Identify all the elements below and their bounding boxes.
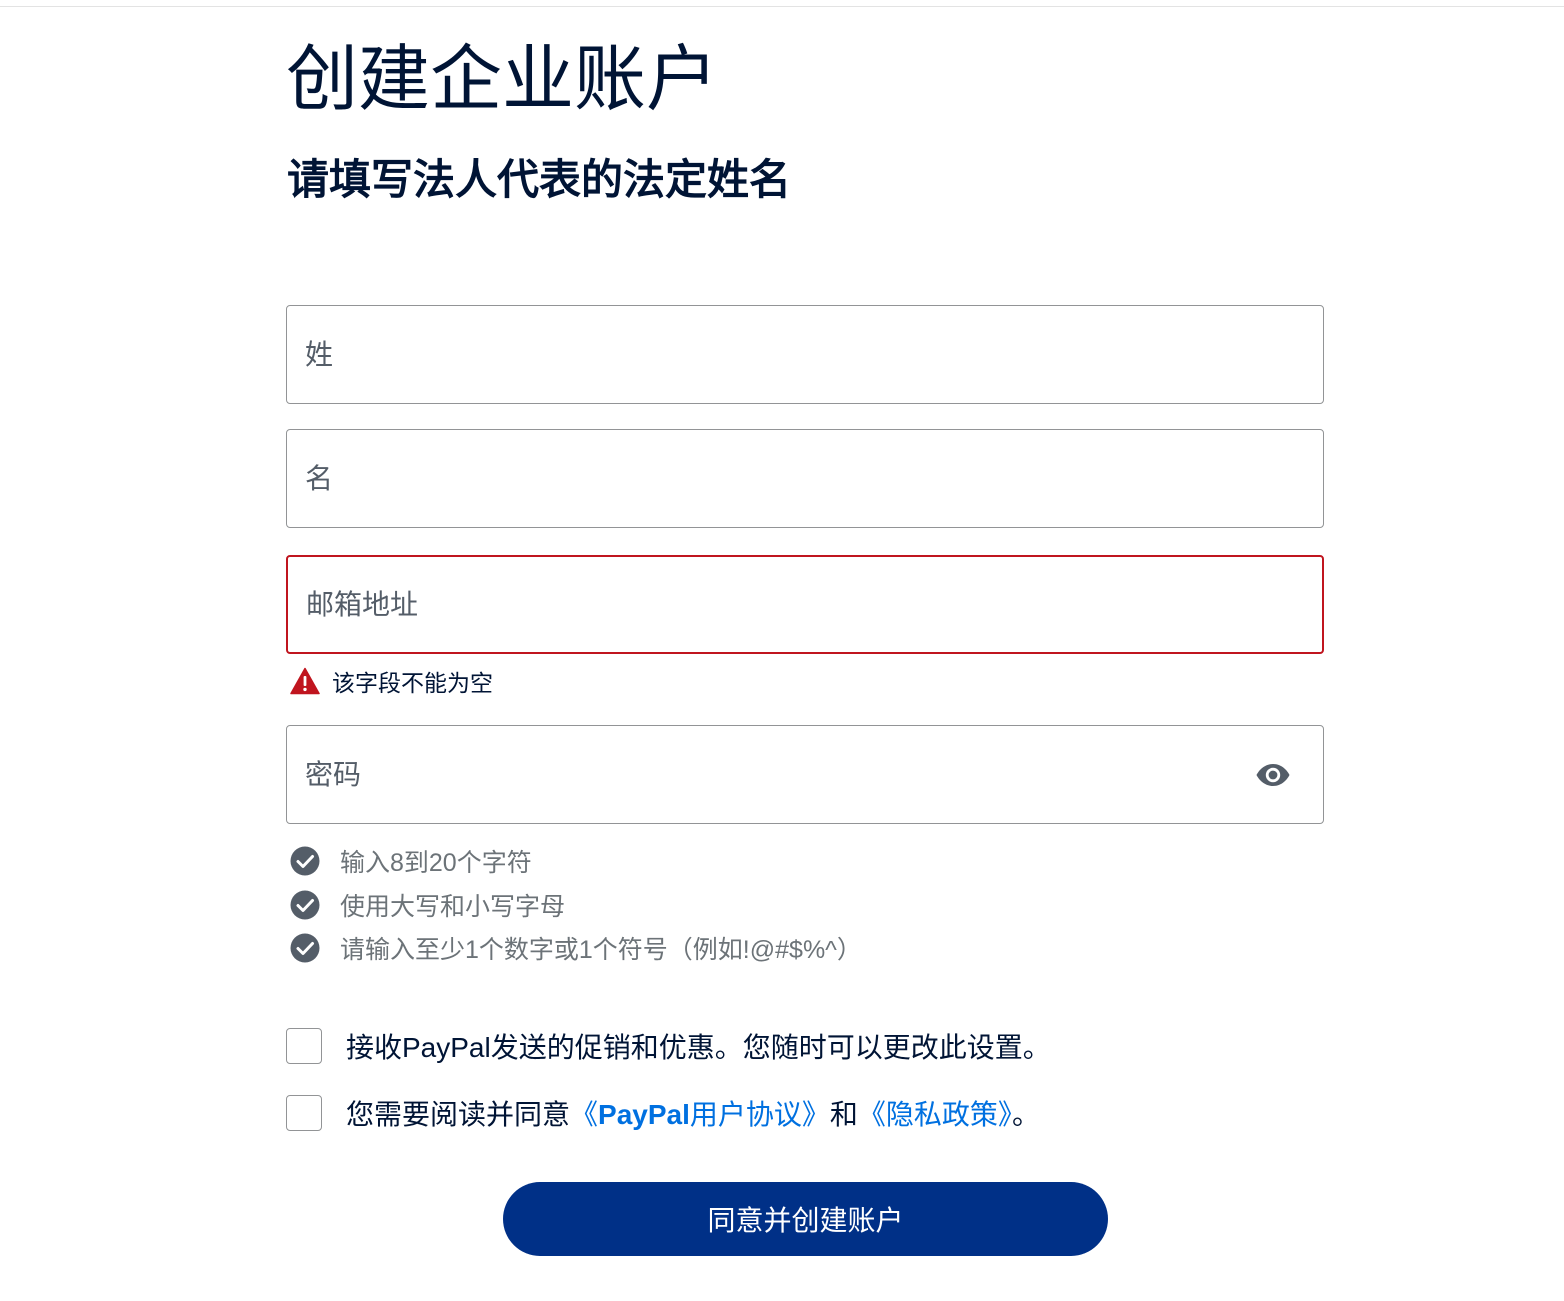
password-rule-text: 使用大写和小写字母 xyxy=(340,893,566,921)
last-name-input[interactable] xyxy=(287,306,1323,403)
agreement-middle: 和 xyxy=(829,1099,858,1130)
agreement-prefix: 您需要阅读并同意 xyxy=(346,1099,571,1130)
password-rule-length: 输入8到20个字符 xyxy=(290,845,532,877)
first-name-field xyxy=(286,429,1324,528)
eye-icon[interactable] xyxy=(1255,762,1291,788)
user-agreement-link-rest: 用户协议》 xyxy=(689,1099,830,1130)
agreement-consent-row: 您需要阅读并同意《PayPal用户协议》和《隐私政策》。 xyxy=(286,1093,1040,1133)
page-title: 创建企业账户 xyxy=(286,40,719,120)
email-error-text: 该字段不能为空 xyxy=(332,670,493,696)
last-name-field xyxy=(286,305,1324,404)
user-agreement-link[interactable]: 《PayPal用户协议》 xyxy=(570,1099,830,1130)
password-rule-text: 输入8到20个字符 xyxy=(340,849,532,877)
top-divider xyxy=(0,6,1564,7)
promo-consent-label: 接收PayPal发送的促销和优惠。您随时可以更改此设置。 xyxy=(346,1032,1051,1063)
check-circle-icon xyxy=(290,846,320,876)
agreement-consent-label: 您需要阅读并同意《PayPal用户协议》和《隐私政策》。 xyxy=(346,1093,1040,1133)
page-subtitle: 请填写法人代表的法定姓名 xyxy=(287,156,792,203)
password-rule-text: 请输入至少1个数字或1个符号（例如!@#$%^） xyxy=(340,936,862,964)
email-error-message: 该字段不能为空 xyxy=(290,666,493,696)
first-name-input[interactable] xyxy=(287,430,1323,527)
password-rule-case: 使用大写和小写字母 xyxy=(290,889,565,921)
agreement-suffix: 。 xyxy=(1011,1099,1040,1130)
promo-consent-checkbox[interactable] xyxy=(286,1028,322,1064)
user-agreement-link-open: 《 xyxy=(570,1099,599,1130)
check-circle-icon xyxy=(290,890,320,920)
email-input[interactable] xyxy=(288,557,1322,652)
check-circle-icon xyxy=(290,933,320,963)
password-field xyxy=(286,725,1324,824)
agree-and-create-account-button[interactable]: 同意并创建账户 xyxy=(503,1182,1108,1256)
email-field xyxy=(286,555,1324,654)
warning-icon xyxy=(290,667,320,695)
promo-consent-row: 接收PayPal发送的促销和优惠。您随时可以更改此设置。 xyxy=(286,1026,1051,1066)
agreement-consent-checkbox[interactable] xyxy=(286,1095,322,1131)
user-agreement-link-brand: PayPal xyxy=(598,1099,690,1130)
password-input[interactable] xyxy=(287,726,1323,823)
password-rule-symbol: 请输入至少1个数字或1个符号（例如!@#$%^） xyxy=(290,932,862,964)
privacy-policy-link[interactable]: 《隐私政策》 xyxy=(858,1099,1012,1130)
